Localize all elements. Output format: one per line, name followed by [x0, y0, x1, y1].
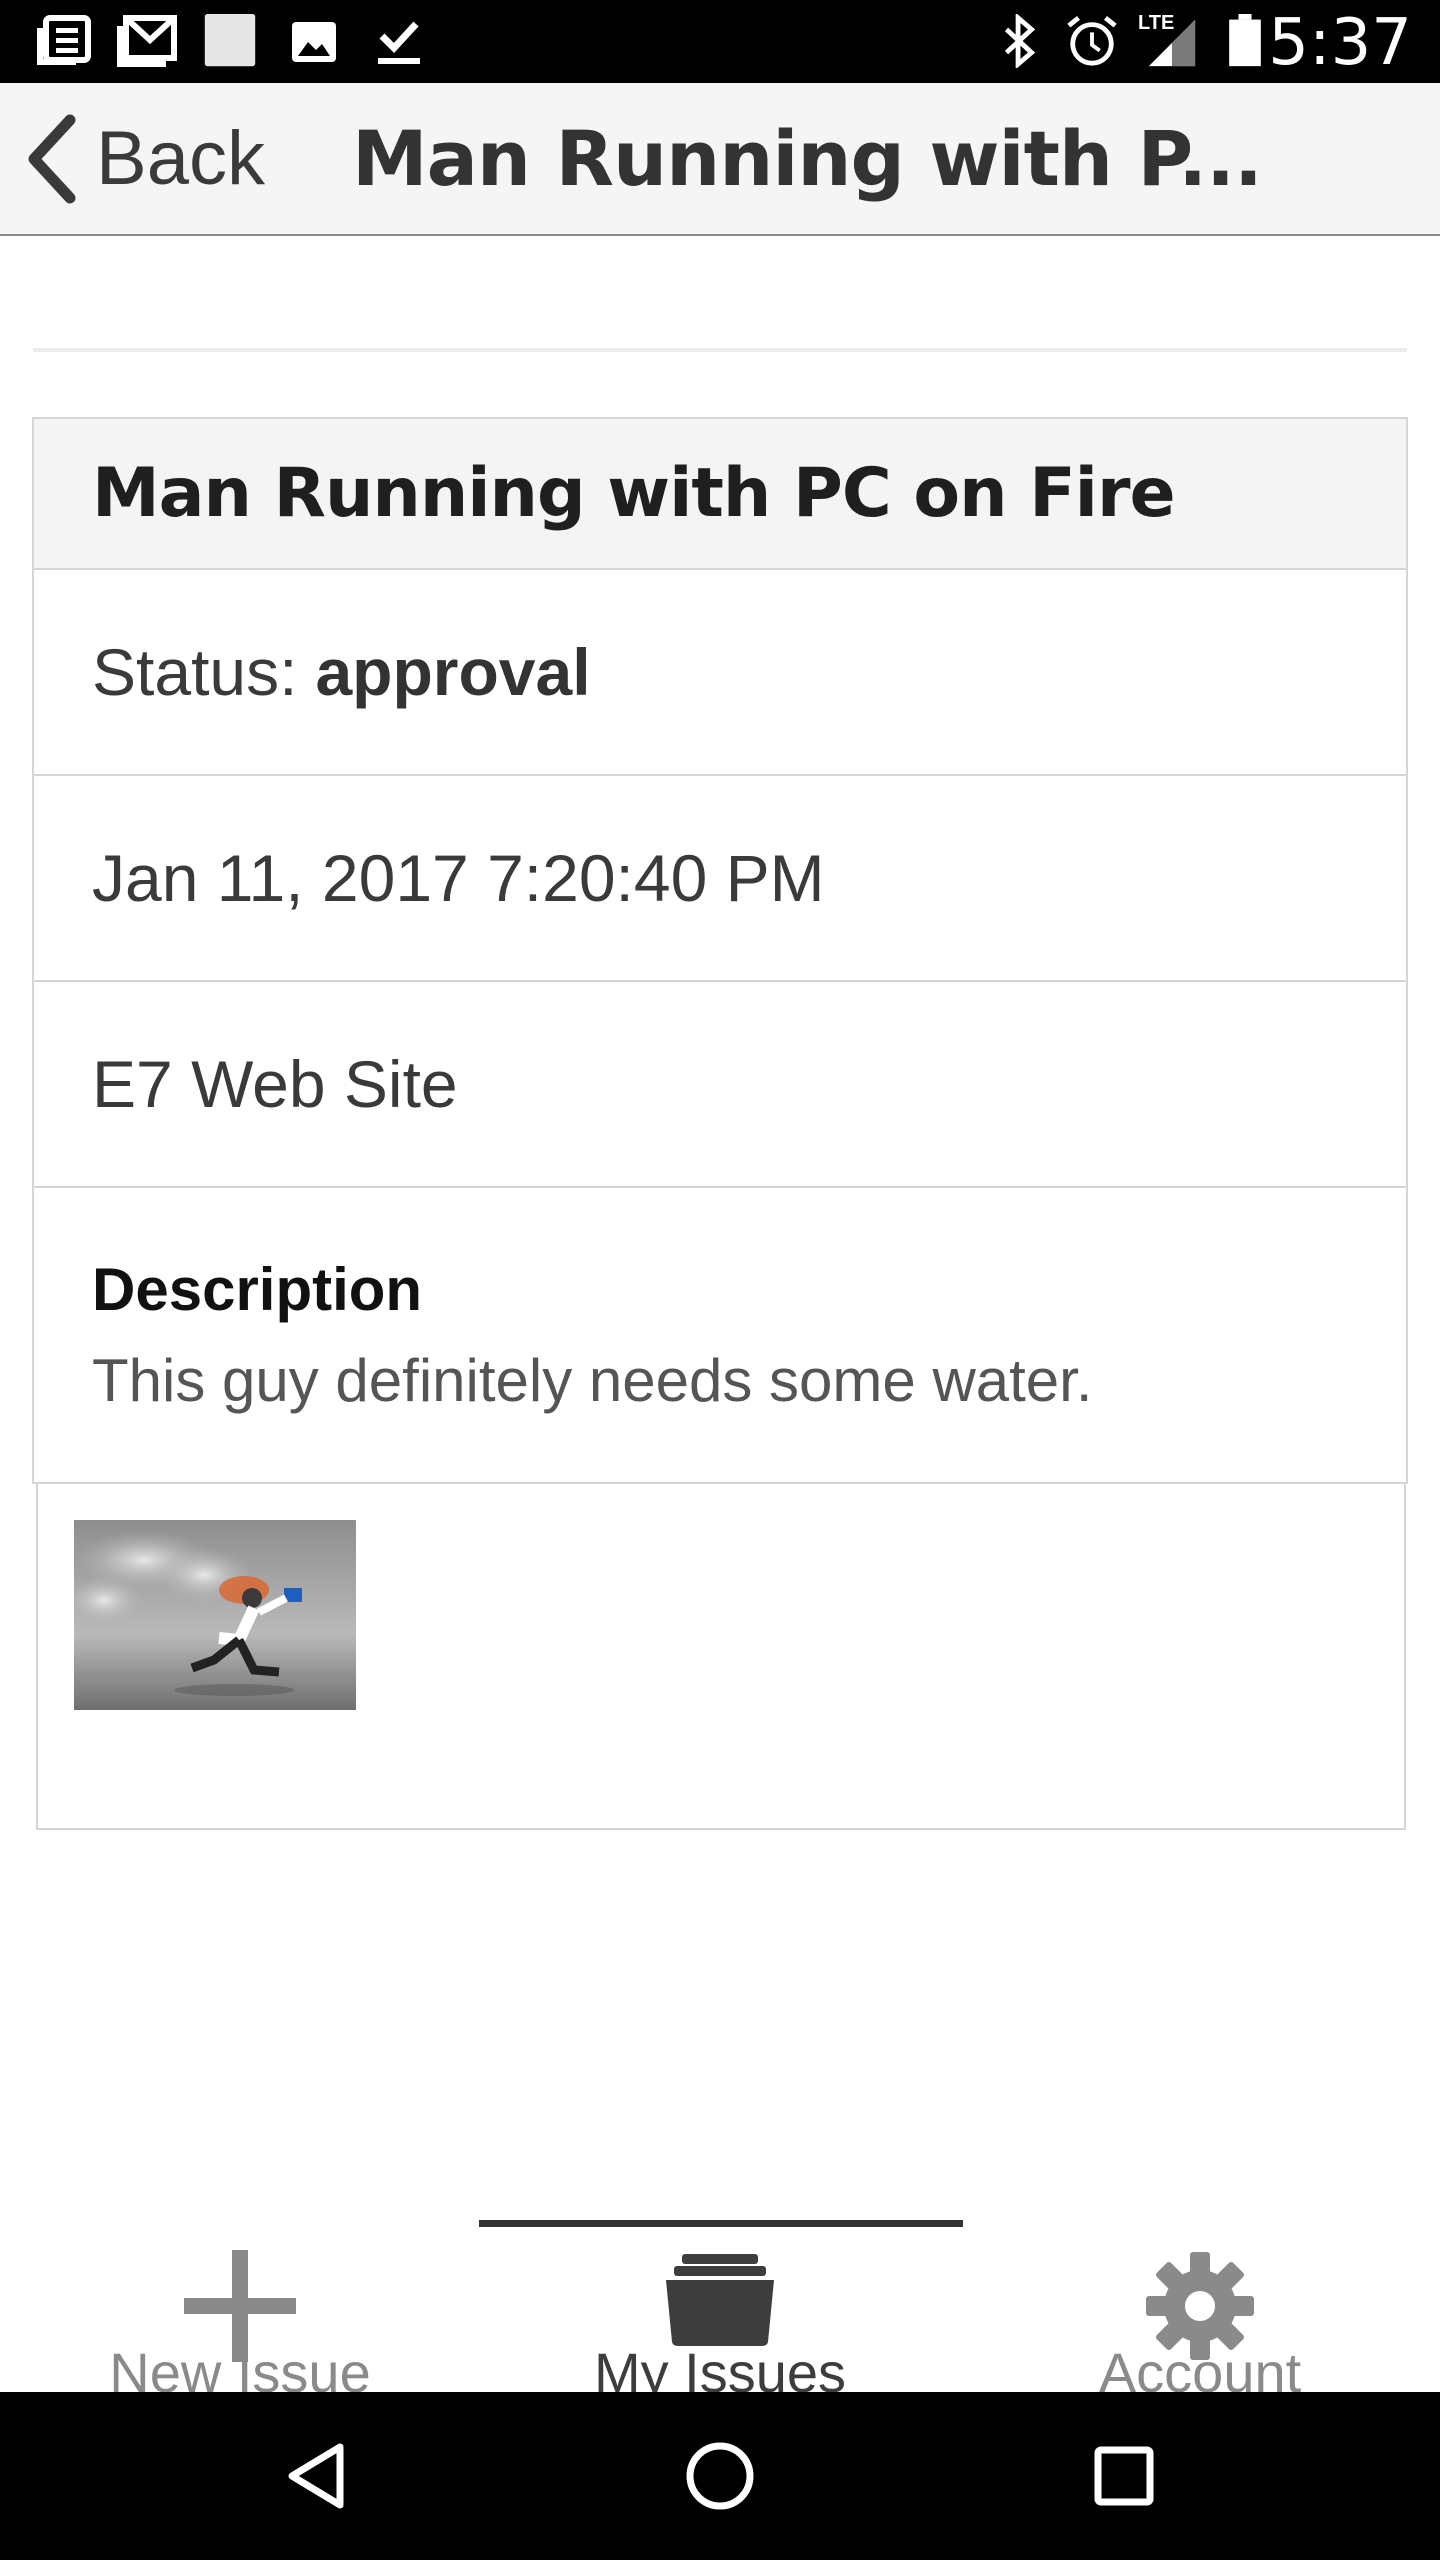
news-icon: [37, 15, 91, 65]
description-row: Description This guy definitely needs so…: [34, 1188, 1406, 1482]
divider: [33, 348, 1407, 352]
battery-icon: [1229, 14, 1261, 67]
back-label: Back: [96, 116, 265, 201]
bluetooth-icon: [1004, 14, 1036, 68]
nav-bar: Back Man Running with P...: [0, 83, 1440, 236]
blank-square-icon: [204, 14, 256, 67]
tab-bar: New Issue My Issues Account: [0, 2212, 1440, 2404]
date-row: Jan 11, 2017 7:20:40 PM: [34, 776, 1406, 982]
attachments-box: [36, 1482, 1406, 1830]
status-bar: LTE 5:37: [0, 0, 1440, 83]
tab-account[interactable]: Account: [960, 2212, 1440, 2404]
description-heading: Description: [92, 1256, 423, 1323]
gmail-icon: [117, 15, 177, 67]
tab-my-issues[interactable]: My Issues: [480, 2212, 960, 2404]
page-title: Man Running with P...: [352, 114, 1263, 203]
system-back-button[interactable]: [216, 2392, 416, 2560]
image-icon: [292, 22, 336, 62]
issue-card: Man Running with PC on Fire Status: appr…: [32, 417, 1408, 1484]
status-row: Status: approval: [34, 570, 1406, 776]
system-nav-bar: [0, 2392, 1440, 2560]
triangle-back-icon: [288, 2443, 344, 2509]
download-done-icon: [378, 21, 420, 64]
chevron-left-icon: [28, 114, 76, 203]
circle-home-icon: [686, 2442, 754, 2510]
description-text: This guy definitely needs some water.: [92, 1347, 1093, 1414]
tab-new-issue[interactable]: New Issue: [0, 2212, 480, 2404]
system-recents-button[interactable]: [1024, 2392, 1224, 2560]
clock: 5:37: [1268, 6, 1412, 80]
issue-title: Man Running with PC on Fire: [92, 454, 1176, 533]
system-home-button[interactable]: [620, 2392, 820, 2560]
issue-date: Jan 11, 2017 7:20:40 PM: [92, 841, 825, 915]
project-row: E7 Web Site: [34, 982, 1406, 1188]
status-value: approval: [315, 635, 591, 709]
folder-icon: [666, 2254, 774, 2346]
issue-project: E7 Web Site: [92, 1047, 458, 1121]
square-recents-icon: [1094, 2446, 1154, 2506]
issue-title-row: Man Running with PC on Fire: [34, 419, 1406, 570]
man-running-photo-icon: [74, 1520, 356, 1710]
alarm-icon: [1067, 15, 1117, 66]
attachment-thumbnail[interactable]: [74, 1520, 356, 1710]
back-button[interactable]: Back: [22, 83, 292, 234]
network-type: LTE: [1138, 12, 1175, 34]
status-label: Status:: [92, 635, 298, 709]
